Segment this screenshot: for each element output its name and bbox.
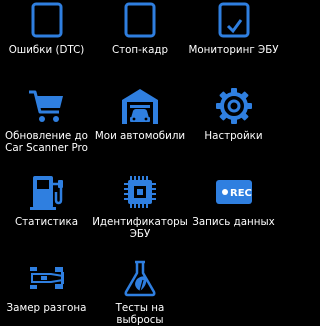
menu-item-emissions-tests[interactable]: Тесты на выбросы [93,234,187,326]
garage-car-icon [120,86,160,126]
main-menu-grid: Ошибки (DTC) Стоп-кадр Мониторинг ЭБУ Об… [0,0,280,326]
menu-item-label: Ошибки (DTC) [8,44,85,56]
menu-item-label: Мои автомобили [94,130,186,142]
menu-item-settings[interactable]: Настройки [187,62,280,148]
menu-item-label: Настройки [204,130,263,142]
menu-item-my-cars[interactable]: Мои автомобили [93,62,187,148]
shopping-cart-icon [27,86,67,126]
menu-item-label: Статистика [14,216,79,228]
menu-item-ecu-ids[interactable]: Идентификаторы ЭБУ [92,148,188,240]
menu-item-label: Мониторинг ЭБУ [188,44,279,56]
menu-item-label: Замер разгона [6,302,87,314]
rec-icon: REC [214,172,254,212]
menu-item-upgrade-pro[interactable]: Обновление до Car Scanner Pro [0,62,93,154]
error-codes-icon [27,0,67,40]
ecu-monitoring-icon [214,0,254,40]
freeze-frame-icon [120,0,160,40]
menu-item-label: Тесты на выбросы [115,302,165,326]
chip-icon [120,172,160,212]
menu-item-ecu-monitoring[interactable]: Мониторинг ЭБУ [187,0,280,62]
menu-item-acceleration[interactable]: Замер разгона [0,234,93,320]
menu-item-freeze-frame[interactable]: Стоп-кадр [93,0,187,62]
menu-item-label: Стоп-кадр [111,44,169,56]
gear-icon [214,86,254,126]
race-car-icon [27,258,67,298]
menu-item-statistics[interactable]: Статистика [0,148,93,234]
menu-item-dtc[interactable]: Ошибки (DTC) [0,0,93,62]
rec-text: REC [230,188,252,199]
flask-leaf-icon [120,258,160,298]
fuel-pump-icon [27,172,67,212]
menu-item-data-recording[interactable]: REC Запись данных [187,148,280,234]
menu-item-label: Запись данных [192,216,275,228]
